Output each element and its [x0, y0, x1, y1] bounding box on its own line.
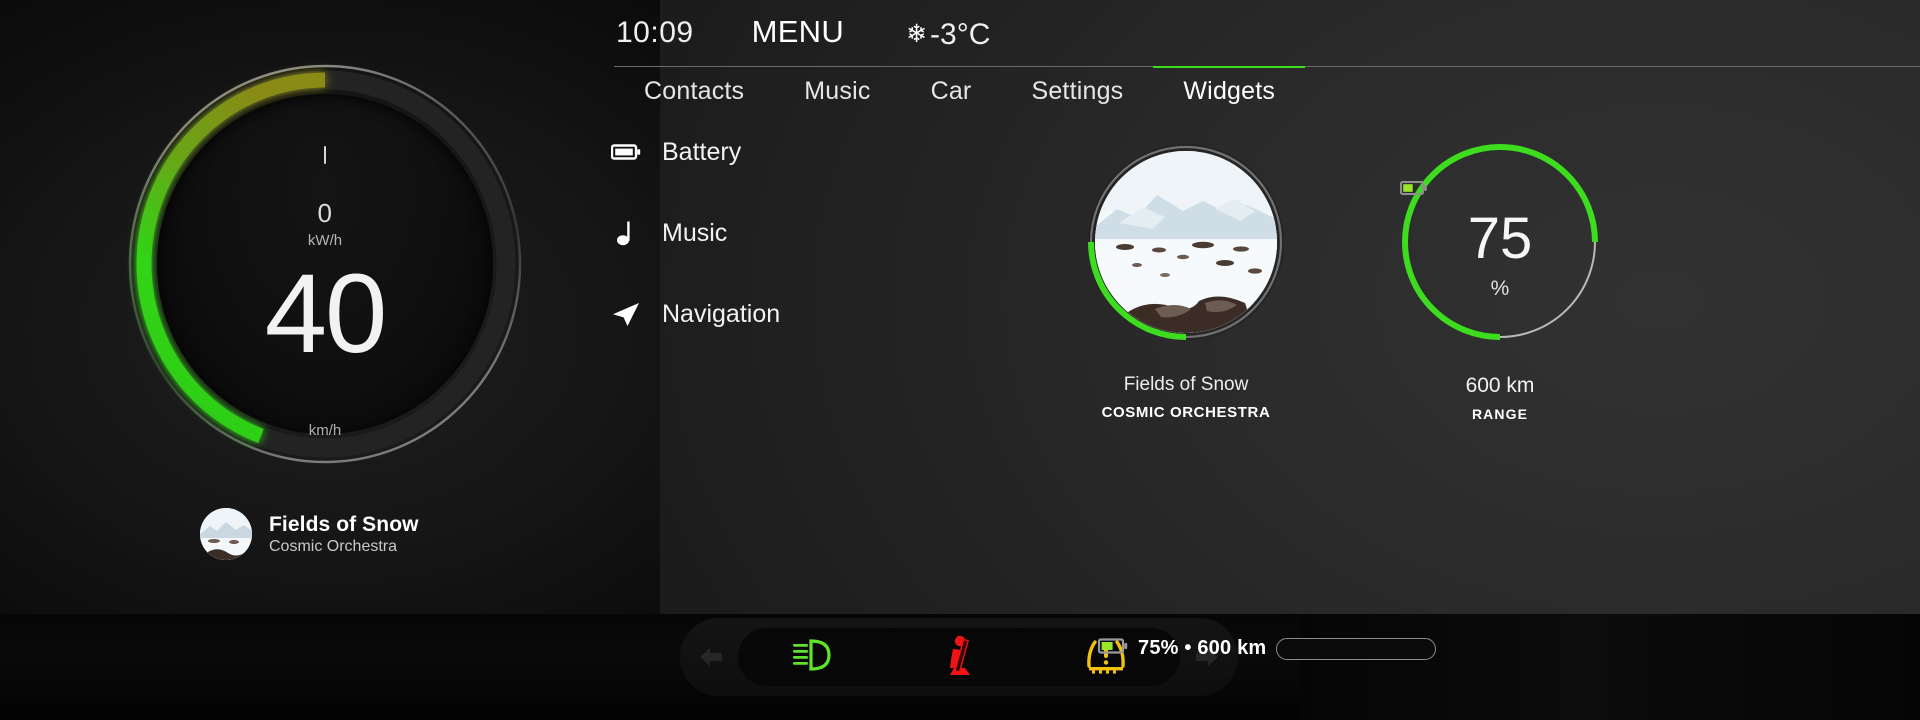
- tab-music[interactable]: Music: [774, 67, 900, 106]
- speed-gauge: 0 kW/h 40 km/h: [125, 62, 525, 466]
- album-progress-ring: [1086, 142, 1286, 342]
- tab-widgets[interactable]: Widgets: [1153, 66, 1305, 106]
- bottom-bar-right-background: [1300, 614, 1920, 720]
- battery-percent-value: 75: [1467, 206, 1533, 271]
- battery-percent-unit: %: [1490, 277, 1510, 300]
- album-title: Fields of Snow: [1123, 374, 1249, 395]
- battery-progress-bar: [1276, 637, 1437, 660]
- clock-label: 10:09: [616, 16, 694, 49]
- tab-contacts[interactable]: Contacts: [614, 67, 774, 106]
- tab-settings[interactable]: Settings: [1001, 67, 1153, 106]
- headlight-low-beam-icon[interactable]: [791, 637, 839, 678]
- battery-range-text: 75% • 600 km: [1138, 637, 1267, 659]
- range-widget[interactable]: 75 % 600 km RANGE: [1400, 142, 1600, 422]
- now-playing-artist: Cosmic Orchestra: [269, 537, 398, 555]
- widget-list: Battery Music Navigation: [610, 130, 870, 373]
- chevron-left-icon[interactable]: [698, 646, 724, 673]
- speed-unit: km/h: [308, 422, 342, 439]
- status-header: 10:09 MENU ❄ -3°C: [616, 14, 990, 52]
- temperature-label: -3°C: [930, 17, 991, 51]
- tab-car[interactable]: Car: [901, 67, 1002, 106]
- main-tabbar: Contacts Music Car Settings Widgets: [614, 66, 1920, 114]
- gauge-top-tick-icon: [324, 146, 326, 164]
- now-playing-title: Fields of Snow: [269, 512, 419, 536]
- snowflake-icon: ❄: [906, 20, 928, 48]
- range-label: RANGE: [1471, 406, 1529, 422]
- seatbelt-warning-icon[interactable]: [944, 635, 980, 680]
- widget-list-item-navigation[interactable]: Navigation: [610, 292, 870, 336]
- widget-list-item-music[interactable]: Music: [610, 211, 870, 255]
- album-widget[interactable]: Fields of Snow COSMIC ORCHESTRA: [1086, 142, 1296, 421]
- menu-title[interactable]: MENU: [752, 14, 844, 50]
- album-artist: COSMIC ORCHESTRA: [1101, 404, 1271, 421]
- range-distance: 600 km: [1465, 374, 1535, 397]
- now-playing-artwork: [200, 508, 252, 560]
- widget-list-label: Battery: [662, 137, 742, 166]
- widget-list-label: Music: [662, 218, 728, 247]
- album-artwork: [1095, 151, 1277, 333]
- now-playing-meta: Fields of Snow Cosmic Orchestra: [269, 513, 419, 556]
- weather-indicator: ❄ -3°C: [906, 18, 990, 52]
- music-note-icon: [610, 220, 642, 246]
- widget-list-item-battery[interactable]: Battery: [610, 130, 870, 174]
- widget-list-label: Navigation: [662, 299, 781, 328]
- battery-range-strip[interactable]: 75% • 600 km: [1097, 637, 1437, 660]
- power-unit: kW/h: [307, 232, 343, 249]
- power-value: 0: [317, 198, 333, 228]
- battery-half-icon: [1097, 637, 1128, 660]
- dashboard-screen: 0 kW/h 40 km/h Fields of Snow Cosmic Orc…: [0, 0, 1920, 720]
- now-playing-widget[interactable]: Fields of Snow Cosmic Orchestra: [200, 508, 419, 560]
- battery-icon: [610, 143, 642, 161]
- battery-progress-ring: 75 %: [1400, 142, 1600, 342]
- speed-value: 40: [264, 251, 388, 376]
- navigation-arrow-icon: [610, 301, 642, 327]
